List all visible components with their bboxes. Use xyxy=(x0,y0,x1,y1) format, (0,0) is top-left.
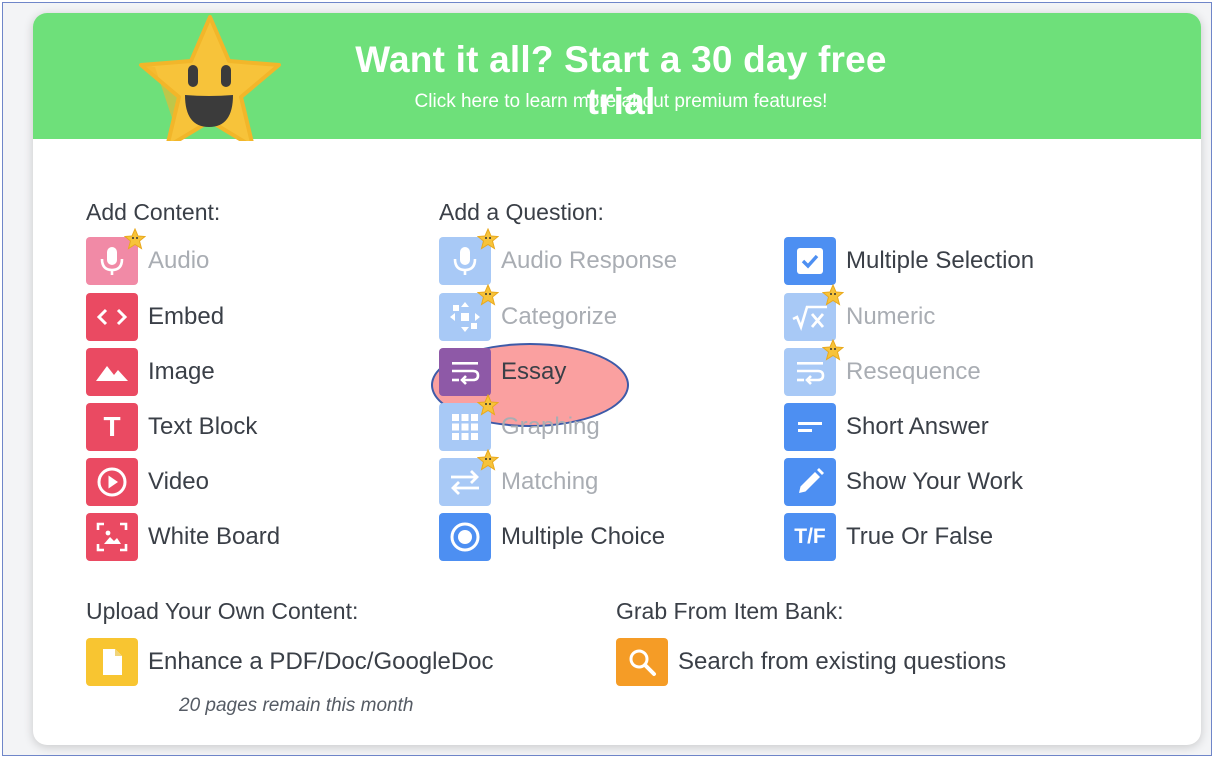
premium-star-badge-icon xyxy=(477,449,499,471)
pencil-icon xyxy=(784,458,836,506)
content-video-label: Video xyxy=(148,468,209,495)
question-true-or-false[interactable]: T/F True Or False xyxy=(784,513,993,561)
checkbox-icon xyxy=(784,237,836,285)
resequence-icon xyxy=(784,339,844,396)
document-icon xyxy=(86,638,138,686)
premium-star-badge-icon xyxy=(477,228,499,250)
arrows-swap-icon xyxy=(439,449,499,506)
tf-icon: T/F xyxy=(784,513,836,561)
mountain-icon xyxy=(86,348,138,396)
question-essay-label: Essay xyxy=(501,358,567,385)
content-image[interactable]: Image xyxy=(86,348,215,396)
text-t-icon: T xyxy=(86,403,138,451)
pages-remaining-note: 20 pages remain this month xyxy=(179,695,414,716)
content-white-board-label: White Board xyxy=(148,523,281,550)
content-image-label: Image xyxy=(148,358,215,385)
question-multiple-selection[interactable]: Multiple Selection xyxy=(784,237,1034,285)
whiteboard-icon xyxy=(86,513,138,561)
question-graphing[interactable]: Graphing xyxy=(439,394,600,451)
content-embed[interactable]: Embed xyxy=(86,293,224,341)
content-video[interactable]: Video xyxy=(86,458,209,506)
item-bank-search-label: Search from existing questions xyxy=(678,648,1007,675)
question-multiple-choice-label: Multiple Choice xyxy=(501,523,666,550)
content-white-board[interactable]: White Board xyxy=(86,513,280,561)
question-show-your-work-label: Show Your Work xyxy=(846,468,1023,495)
premium-trial-banner[interactable]: Want it all? Start a 30 day free trial C… xyxy=(33,13,1201,141)
question-short-answer[interactable]: Short Answer xyxy=(784,403,989,451)
screenshot-frame: Want it all? Start a 30 day free trial C… xyxy=(2,2,1212,756)
content-text-block[interactable]: T Text Block xyxy=(86,403,257,451)
question-short-answer-label: Short Answer xyxy=(846,413,989,440)
add-question-heading: Add a Question: xyxy=(439,199,604,225)
question-multiple-choice[interactable]: Multiple Choice xyxy=(439,513,665,561)
question-categorize-label: Categorize xyxy=(501,303,618,330)
categorize-icon xyxy=(439,284,499,341)
microphone-icon xyxy=(86,228,146,285)
question-numeric-label: Numeric xyxy=(846,303,936,330)
premium-star-badge-icon xyxy=(822,339,844,361)
question-resequence[interactable]: Resequence xyxy=(784,339,981,396)
content-text-block-label: Text Block xyxy=(148,413,258,440)
content-embed-label: Embed xyxy=(148,303,225,330)
question-audio-response[interactable]: Audio Response xyxy=(439,228,678,285)
content-audio-label: Audio xyxy=(148,247,210,274)
play-circle-icon xyxy=(86,458,138,506)
premium-star-badge-icon xyxy=(124,228,146,250)
question-essay[interactable]: Essay xyxy=(439,348,566,396)
search-icon xyxy=(616,638,668,686)
question-numeric[interactable]: Numeric xyxy=(784,284,936,341)
add-item-panel: Want it all? Start a 30 day free trial C… xyxy=(33,13,1201,745)
question-categorize[interactable]: Categorize xyxy=(439,284,618,341)
premium-star-badge-icon xyxy=(477,394,499,416)
add-content-heading: Add Content: xyxy=(86,199,221,225)
star-mascot-icon xyxy=(139,15,281,141)
question-show-your-work[interactable]: Show Your Work xyxy=(784,458,1023,506)
item-bank-search[interactable]: Search from existing questions xyxy=(616,638,1006,686)
upload-content-heading: Upload Your Own Content: xyxy=(86,598,359,624)
microphone-icon xyxy=(439,228,499,285)
upload-enhance-doc-label: Enhance a PDF/Doc/GoogleDoc xyxy=(148,648,494,675)
question-graphing-label: Graphing xyxy=(501,413,600,440)
code-icon xyxy=(86,293,138,341)
content-audio[interactable]: Audio xyxy=(86,228,210,285)
short-answer-icon xyxy=(784,403,836,451)
essay-icon xyxy=(439,348,491,396)
premium-star-badge-icon xyxy=(822,284,844,306)
upload-enhance-doc[interactable]: Enhance a PDF/Doc/GoogleDoc xyxy=(86,638,494,686)
grid-icon xyxy=(439,394,499,451)
radio-icon xyxy=(439,513,491,561)
question-matching[interactable]: Matching xyxy=(439,449,599,506)
item-bank-heading: Grab From Item Bank: xyxy=(616,598,844,624)
question-matching-label: Matching xyxy=(501,468,599,495)
banner-subtitle: Click here to learn more about premium f… xyxy=(414,91,828,112)
sqrt-x-icon xyxy=(784,284,844,341)
question-multiple-selection-label: Multiple Selection xyxy=(846,247,1035,274)
question-true-or-false-label: True Or False xyxy=(846,523,994,550)
premium-star-badge-icon xyxy=(477,284,499,306)
question-resequence-label: Resequence xyxy=(846,358,981,385)
question-audio-response-label: Audio Response xyxy=(501,247,678,274)
